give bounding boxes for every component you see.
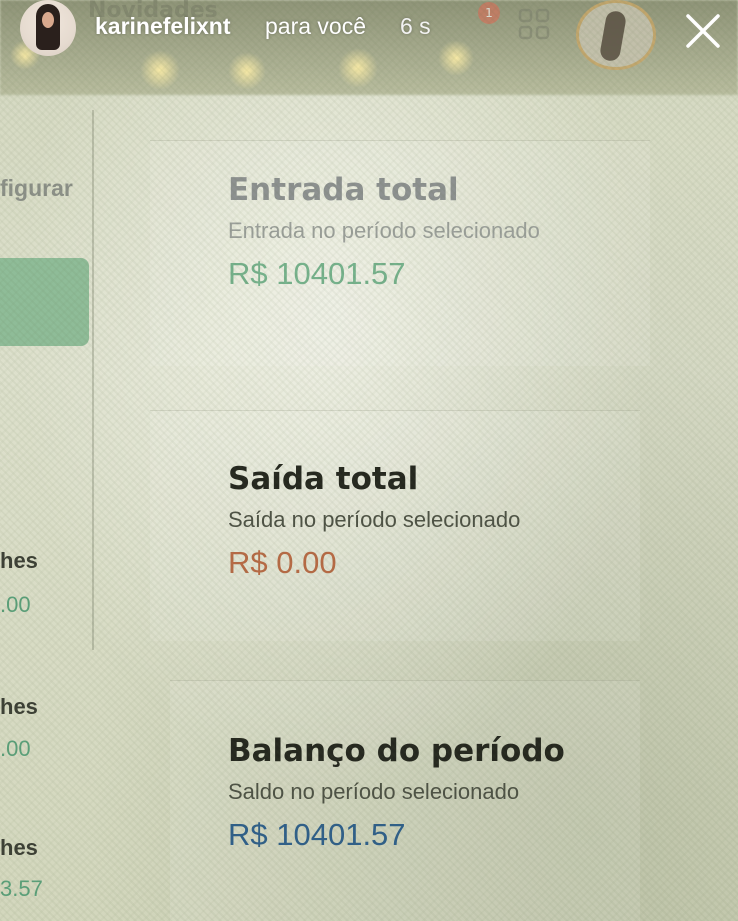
entrada-total-card: Entrada total Entrada no período selecio… xyxy=(228,172,540,292)
story-username[interactable]: karinefelixnt xyxy=(95,13,231,40)
balanco-periodo-card: Balanço do período Saldo no período sele… xyxy=(228,733,565,853)
close-icon[interactable] xyxy=(680,8,726,54)
card-subtitle: Saldo no período selecionado xyxy=(228,779,520,804)
left-row-value: 3.57 xyxy=(0,876,43,901)
card-title: Balanço do período xyxy=(228,733,565,769)
story-header: karinefelixnt para você 6 s xyxy=(0,0,738,60)
panel-divider xyxy=(92,110,94,650)
saida-value: R$ 0.00 xyxy=(228,545,337,580)
card-subtitle: Saída no período selecionado xyxy=(228,507,521,532)
left-row-value: .00 xyxy=(0,592,31,617)
entrada-value: R$ 10401.57 xyxy=(228,256,406,291)
card-title: Saída total xyxy=(228,461,419,497)
card-title: Entrada total xyxy=(228,172,459,208)
left-row-value: .00 xyxy=(0,736,31,761)
story-audience: para você xyxy=(265,13,367,39)
card-subtitle: Entrada no período selecionado xyxy=(228,218,540,243)
saida-total-card: Saída total Saída no período selecionado… xyxy=(228,461,520,581)
configure-label[interactable]: figurar xyxy=(0,175,73,202)
green-action-button[interactable] xyxy=(0,258,89,346)
avatar[interactable] xyxy=(20,0,76,56)
left-row-label: hes xyxy=(0,835,38,860)
story-timestamp: 6 s xyxy=(400,13,431,39)
left-row-label: hes xyxy=(0,548,38,573)
balanco-value: R$ 10401.57 xyxy=(228,817,406,852)
left-row-label: hes xyxy=(0,694,38,719)
